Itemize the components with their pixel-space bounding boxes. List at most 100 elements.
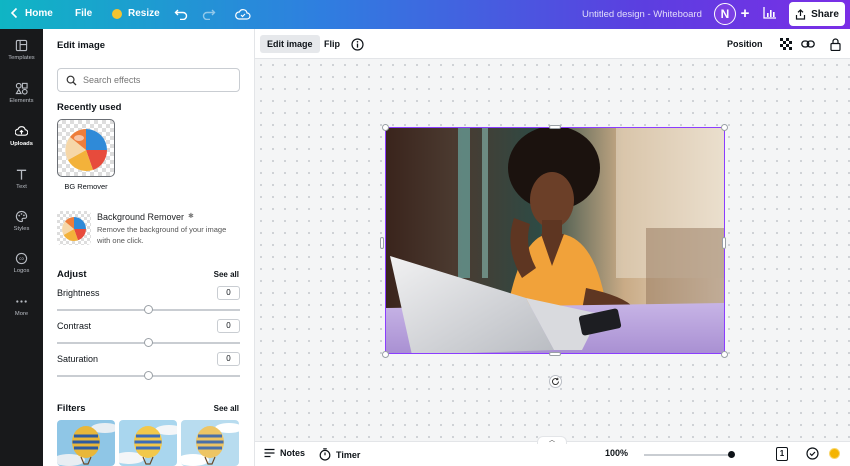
lock-icon [829,37,841,51]
rail-label-text: Text [16,184,27,190]
undo-icon [174,9,188,20]
transparency-button[interactable] [778,36,794,52]
rotate-icon [552,377,560,385]
rotate-button[interactable] [549,375,562,388]
top-bar: Home File Resize Untitled design - White… [0,0,850,29]
rail-item-text[interactable]: Text [0,159,43,199]
resize-handle-bottom-left[interactable] [382,351,389,358]
beach-ball-icon [65,129,108,172]
hot-air-balloon-image [119,420,177,466]
saturation-label: Saturation [57,354,99,364]
page-count-button[interactable]: 1 [776,447,788,461]
saturation-slider[interactable] [57,371,240,381]
text-icon [16,169,27,180]
filter-thumbnail[interactable] [57,420,115,466]
search-effects-input[interactable] [83,75,223,85]
contrast-slider[interactable] [57,338,240,348]
user-avatar[interactable]: N [714,3,736,25]
info-button[interactable] [349,36,365,52]
left-rail: Templates Elements Uploads Text Styles c… [0,29,43,466]
rail-item-templates[interactable]: Templates [0,30,43,70]
background-remover-app-name[interactable]: Background Remover [97,212,184,222]
cloud-save-button[interactable] [234,5,252,23]
redo-button[interactable] [200,5,218,23]
rail-item-logos[interactable]: co Logos [0,243,43,283]
search-effects-box[interactable] [57,68,240,92]
home-button[interactable]: Home [10,7,53,19]
link-button[interactable] [800,36,816,52]
slider-knob[interactable] [144,371,153,380]
contrast-value-field[interactable]: 0 [217,319,240,333]
timer-button[interactable]: Timer [319,448,360,461]
add-collaborator-button[interactable]: + [738,4,752,24]
zoom-slider-track[interactable] [644,454,734,456]
filter-thumbnail[interactable] [119,420,177,466]
saturation-value-field[interactable]: 0 [217,352,240,366]
premium-crown-icon [829,448,840,459]
recently-used-title: Recently used [57,102,122,113]
notes-button[interactable]: Notes [264,448,305,458]
woman-with-laptop-photo [386,128,724,353]
zoom-slider-knob[interactable] [728,451,735,458]
adjust-title: Adjust [57,269,87,280]
transparency-icon [780,38,792,50]
resize-handle-top-right[interactable] [721,124,728,131]
resize-button[interactable]: Resize [112,8,160,19]
bg-remover-thumbnail[interactable] [57,119,115,177]
resize-label: Resize [128,8,160,19]
brightness-slider[interactable] [57,305,240,315]
contrast-label: Contrast [57,321,92,331]
check-button[interactable] [806,447,819,460]
filter-thumbnail[interactable] [181,420,239,466]
chevron-left-icon [10,7,18,19]
insights-button[interactable] [762,6,780,22]
resize-handle-bottom-right[interactable] [721,351,728,358]
beach-ball-icon [62,217,86,241]
resize-handle-left[interactable] [380,237,384,249]
notes-icon [264,448,275,458]
hot-air-balloon-image [57,420,115,466]
page-count: 1 [779,449,785,458]
undo-button[interactable] [172,5,190,23]
chevron-up-icon: ︿ [548,438,555,444]
crown-icon [112,8,122,19]
slider-knob[interactable] [144,338,153,347]
position-button[interactable]: Position [720,35,770,53]
rail-item-more[interactable]: More [0,286,43,326]
brightness-value-field[interactable]: 0 [217,286,240,300]
svg-text:co: co [19,256,24,261]
sparkle-icon: ✱ [188,213,194,220]
share-button[interactable]: Share [789,2,845,26]
flip-button[interactable]: Flip [317,35,347,53]
lock-button[interactable] [827,36,843,52]
rail-label-uploads: Uploads [10,141,33,147]
resize-handle-right[interactable] [722,237,726,249]
image-context-toolbar: Edit image Flip Position [255,29,850,59]
cloud-check-icon [235,9,251,20]
rail-label-more: More [14,311,29,317]
collapse-pages-button[interactable]: ︿ [537,436,567,444]
filters-see-all-link[interactable]: See all [214,404,239,413]
rail-label-logos: Logos [13,268,30,274]
resize-handle-bottom[interactable] [549,352,561,356]
selected-photo[interactable] [385,127,725,354]
rail-item-uploads[interactable]: Uploads [0,116,43,156]
resize-handle-top[interactable] [549,125,561,129]
background-remover-app-thumbnail[interactable] [57,211,91,245]
zoom-level[interactable]: 100% [605,448,628,458]
rail-label-templates: Templates [8,55,35,61]
file-menu-button[interactable]: File [75,8,92,19]
edit-image-button[interactable]: Edit image [260,35,320,53]
slider-knob[interactable] [144,305,153,314]
file-label: File [75,8,93,19]
bg-remover-label: BG Remover [64,182,108,191]
timer-label: Timer [336,449,361,460]
document-title[interactable]: Untitled design - Whiteboard [582,9,702,20]
adjust-see-all-link[interactable]: See all [214,270,239,279]
rail-item-elements[interactable]: Elements [0,73,43,113]
resize-handle-top-left[interactable] [382,124,389,131]
edit-image-panel: Edit image Recently used BG Remover Back… [43,29,255,466]
premium-button[interactable] [829,448,840,459]
info-icon [350,37,364,51]
rail-item-styles[interactable]: Styles [0,201,43,241]
